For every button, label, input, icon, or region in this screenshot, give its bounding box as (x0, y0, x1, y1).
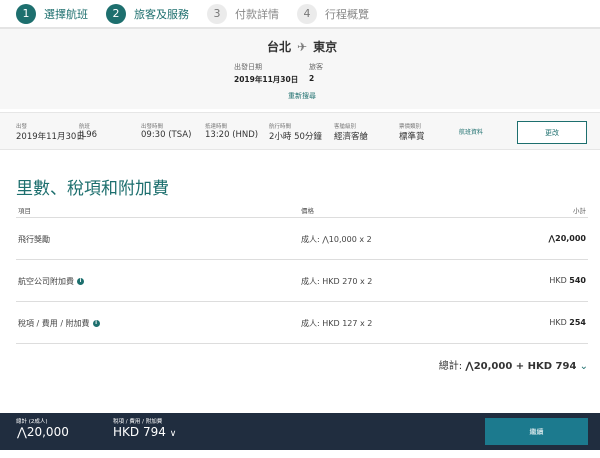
info-icon[interactable]: i (77, 278, 84, 285)
route: 台北 ✈ 東京 (267, 38, 337, 55)
price: 成人: HKD 270 x 2 (301, 277, 373, 286)
value: 經濟客艙 (334, 132, 369, 142)
value: 2小時 50分鐘 (269, 132, 322, 142)
header-item: 項目 (18, 207, 31, 215)
departure-time: 出發時間 09:30 (TSA) (141, 122, 191, 140)
change-button[interactable]: 更改 (517, 121, 587, 144)
item-label: 航空公司附加費 (18, 277, 74, 286)
destination: 東京 (313, 40, 338, 54)
page-bottom (0, 450, 600, 458)
amount: 540 (569, 276, 586, 285)
step-3: 3 付款詳情 (207, 3, 279, 24)
label: 旅客 (309, 63, 323, 71)
value: 2019年11月30日 (234, 75, 299, 84)
departure-date: 出發日期 2019年11月30日 (234, 62, 298, 85)
item: 航空公司附加費 i (18, 276, 84, 287)
passengers: 旅客 2 (309, 62, 323, 83)
cabin-class: 客艙級別 經濟客艙 (334, 122, 368, 142)
amount: 254 (569, 318, 586, 327)
value: 標準賞 (399, 132, 425, 142)
continue-button[interactable]: 繼續 (485, 418, 588, 445)
step-label: 旅客及服務 (134, 7, 189, 21)
value: 2019年11月30日 (16, 132, 85, 142)
total-label: 總計: (438, 361, 463, 372)
info-icon[interactable]: i (92, 320, 100, 327)
value: 13:20 (HND) (205, 130, 259, 140)
chevron-down-icon: ⌄ (579, 361, 588, 372)
table-row: 航空公司附加費 i 成人: HKD 270 x 2 HKD 540 (16, 260, 588, 302)
departure: 出發 2019年11月30日 (16, 122, 85, 142)
page-title: 里數、稅項和附加費 (16, 179, 169, 199)
step-4: 4 行程概覽 (297, 3, 369, 24)
step-1[interactable]: 1 選擇航班 (16, 3, 88, 24)
origin: 台北 (267, 40, 292, 54)
fare-type: 票價類別 標準賞 (399, 122, 425, 142)
price: 成人: HKD 127 x 2 (301, 319, 373, 328)
total-value: ⋀20,000 + HKD 794 (465, 361, 577, 372)
step-label: 選擇航班 (44, 7, 88, 21)
duration: 航行時間 2小時 50分鐘 (269, 122, 322, 142)
search-summary: 台北 ✈ 東京 出發日期 2019年11月30日 旅客 2 重新搜尋 (0, 29, 600, 109)
table-header: 項目 價格 小計 (16, 203, 588, 218)
subtotal: HKD 254 (549, 318, 586, 327)
currency: HKD (549, 318, 570, 327)
item: 飛行獎勵 (18, 234, 50, 245)
item-label: 飛行獎勵 (18, 235, 50, 244)
currency: HKD (549, 276, 570, 285)
arrival-time: 抵達時間 13:20 (HND) (205, 122, 258, 140)
price: 成人: ⋀10,000 x 2 (301, 235, 372, 244)
flight-summary: 出發 2019年11月30日 航班 JL96 出發時間 09:30 (TSA) 抵達時… (0, 112, 600, 150)
research-link[interactable]: 重新搜尋 (288, 91, 316, 101)
footer-tax-label: 稅項 / 費用 / 附加費 (113, 419, 163, 425)
step-number: 3 (207, 3, 227, 24)
step-label: 付款詳情 (235, 7, 279, 21)
value: JL96 (79, 130, 98, 140)
footer-tax: HKD 794 (113, 425, 166, 439)
amount: 20,000 (555, 234, 586, 243)
step-label: 行程概覽 (325, 7, 369, 21)
footer-total-label: 總計 (2成人) (16, 419, 48, 425)
item-label: 稅項 / 費用 / 附加費 (18, 319, 90, 328)
step-number: 4 (297, 3, 317, 24)
value: 09:30 (TSA) (141, 130, 192, 140)
step-number: 1 (16, 3, 36, 24)
step-number: 2 (106, 3, 126, 24)
chevron-down-icon: ∨ (169, 429, 177, 439)
table-row: 飛行獎勵 成人: ⋀10,000 x 2 ⋀20,000 (16, 218, 588, 260)
table-row: 稅項 / 費用 / 附加費 i 成人: HKD 127 x 2 HKD 254 (16, 302, 588, 344)
item: 稅項 / 費用 / 附加費 i (18, 318, 100, 329)
grand-total[interactable]: 總計: ⋀20,000 + HKD 794 ⌄ (439, 357, 588, 372)
footer-bar: 總計 (2成人) ⋀20,000 稅項 / 費用 / 附加費 HKD 794 ∨… (0, 413, 600, 450)
progress-steps: 1 選擇航班 2 旅客及服務 3 付款詳情 4 行程概覽 (0, 0, 600, 29)
flight-info-link[interactable]: 航班資料 (459, 127, 483, 136)
header-price: 價格 (301, 207, 314, 215)
label: 出發日期 (234, 63, 262, 71)
flight-number: 航班 JL96 (79, 122, 97, 140)
plane-icon: ✈ (297, 40, 308, 54)
footer-total: ⋀20,000 (17, 425, 69, 439)
subtotal: ⋀20,000 (548, 234, 586, 243)
subtotal: HKD 540 (549, 276, 586, 285)
header-subtotal: 小計 (573, 207, 586, 215)
footer-tax-toggle[interactable]: HKD 794 ∨ (113, 425, 176, 439)
step-2: 2 旅客及服務 (106, 3, 189, 24)
value: 2 (309, 74, 315, 83)
